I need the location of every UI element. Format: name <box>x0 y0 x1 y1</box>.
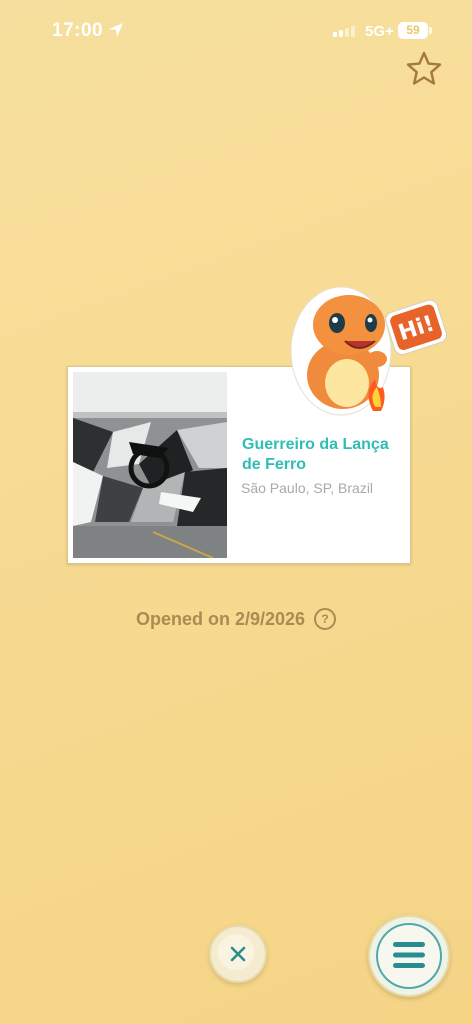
menu-icon <box>393 942 425 968</box>
status-time: 17:00 <box>52 20 104 41</box>
location-arrow-icon <box>109 23 123 37</box>
poi-location: São Paulo, SP, Brazil <box>241 480 374 496</box>
menu-button[interactable] <box>368 915 450 997</box>
poi-photo <box>73 372 227 558</box>
signal-icon <box>333 26 355 37</box>
close-button[interactable] <box>209 925 267 983</box>
status-bar: 17:00 5G+ 59 <box>0 0 472 60</box>
poi-title: Guerreiro da Lança de Ferro <box>242 436 389 473</box>
star-outline-icon[interactable] <box>405 50 443 88</box>
help-glyph: ? <box>321 612 329 627</box>
close-icon <box>230 946 246 962</box>
character-sticker: Hi! <box>290 286 447 416</box>
battery-tip <box>429 27 432 34</box>
battery-icon: 59 <box>398 22 428 39</box>
help-icon[interactable]: ? <box>314 608 337 631</box>
opened-date-text: Opened on 2/9/2026 <box>135 608 306 629</box>
opened-date: Opened on 2/9/2026 ? <box>0 608 472 631</box>
network-type: 5G+ <box>365 23 394 40</box>
battery-level: 59 <box>406 23 420 37</box>
